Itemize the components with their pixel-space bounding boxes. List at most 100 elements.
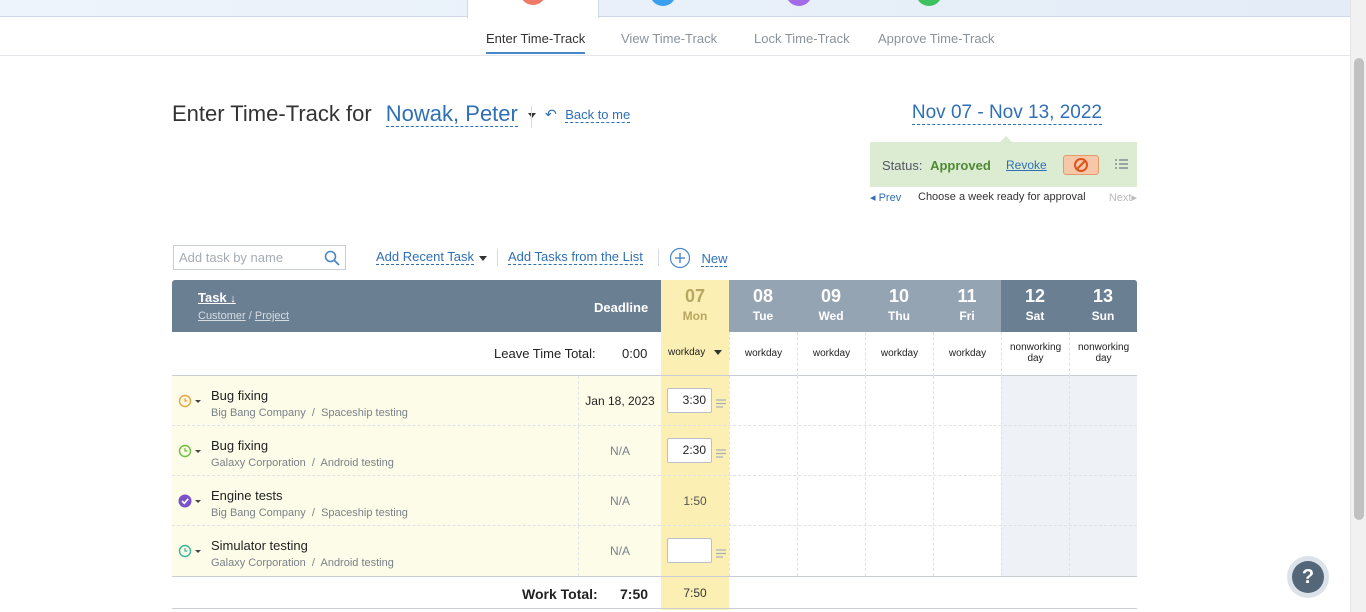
new-task-button[interactable]: New [669,247,728,269]
task-row: Simulator testing Galaxy Corporation / A… [172,526,1137,576]
next-week-link[interactable]: Next▸ [1109,191,1137,204]
grid-header: Task ↓ Customer / Project Deadline 07 Mon… [172,280,1137,332]
new-task-label: New [701,250,728,267]
task-deadline: N/A [578,426,661,476]
page-title: Enter Time-Track for Nowak, Peter [172,101,536,127]
chevron-down-icon[interactable] [714,349,723,355]
day-header-mon: 07 Mon [661,280,729,332]
add-tasks-from-list-button[interactable]: Add Tasks from the List [508,249,643,265]
back-to-me-label[interactable]: Back to me [565,107,631,123]
scrollbar-thumb[interactable] [1354,58,1364,520]
task-status-menu[interactable] [178,544,202,563]
day-type-fri: workday [933,332,1001,376]
back-to-me-link[interactable]: ↶ Back to me [531,106,631,128]
leave-time-total: 0:00 [622,346,648,361]
user-selector[interactable]: Nowak, Peter [385,101,518,127]
day-type-sat: nonworking day [1001,332,1069,376]
day-name: Wed [818,309,844,323]
day-header-fri: 11 Fri [933,280,1001,332]
search-icon[interactable] [324,250,340,266]
chevron-down-icon[interactable] [479,256,487,261]
day-type-tue: workday [729,332,797,360]
day-name: Thu [888,309,910,323]
task-sort-header[interactable]: Task ↓ [198,290,236,305]
plus-circle-icon [669,247,691,269]
path-separator: / [311,457,315,469]
active-app-tab[interactable] [467,0,599,18]
mon-total-value: 7:50 [683,586,707,600]
tab-approve-time-track[interactable]: Approve Time-Track [878,31,995,46]
task-name: Engine tests [211,488,283,503]
task-project: Spaceship testing [321,507,408,519]
task-project: Spaceship testing [321,407,408,419]
day-number: 11 [957,286,977,306]
period-selector[interactable]: Nov 07 - Nov 13, 2022 [911,102,1102,125]
history-list-button[interactable] [1115,157,1129,176]
subnav: Enter Time-Track View Time-Track Lock Ti… [0,17,1350,56]
path-separator: / [311,407,315,419]
prev-week-link[interactable]: ◂ Prev [870,191,901,204]
task-project: Android testing [320,557,394,569]
task-path: Galaxy Corporation / Android testing [211,557,394,569]
note-lines-icon [716,549,726,558]
task-deadline: N/A [578,526,661,576]
customer-project-header: Customer / Project [198,310,289,322]
day-name: Sat [1025,309,1045,323]
page-scrollbar[interactable] [1350,0,1366,612]
day-name: Tue [752,309,774,323]
status-label: Status: [882,158,923,173]
work-total-row: Work Total: 7:50 7:50 [172,576,1137,609]
task-path: Big Bang Company / Spaceship testing [211,407,408,419]
help-button[interactable]: ? [1287,556,1329,598]
status-value: Approved [930,158,991,173]
day-number: 12 [1024,286,1046,306]
task-search-input[interactable] [174,246,319,269]
note-lines-icon [716,399,726,408]
time-input-mon[interactable]: 2:30 [667,438,712,463]
chevron-left-icon: ◂ [870,192,879,204]
revoke-link[interactable]: Revoke [1006,158,1047,172]
day-type-mon[interactable]: workday [661,347,729,358]
day-type-wed: workday [797,332,865,376]
list-icon [1115,159,1128,169]
task-status-menu[interactable] [178,394,202,413]
divider [497,249,498,266]
app-icon-blue[interactable] [650,0,676,6]
reject-button[interactable] [1063,155,1099,175]
timetrack-app-icon[interactable] [520,0,546,5]
sort-down-icon: ↓ [230,293,236,305]
task-row: Bug fixing Big Bang Company / Spaceship … [172,376,1137,426]
task-status-menu[interactable] [178,444,202,463]
tab-view-time-track[interactable]: View Time-Track [621,31,717,46]
time-input-mon[interactable]: 3:30 [667,388,712,413]
customer-sort-header[interactable]: Customer [198,310,246,322]
status-panel: Status: Approved Revoke [870,136,1137,187]
status-text: Status: Approved [882,158,991,173]
day-header-sat: 12 Sat [1001,280,1069,332]
comment-button[interactable] [716,395,726,413]
task-search [173,245,346,270]
path-separator: / [311,557,315,569]
deadline-header: Deadline [594,300,649,315]
help-icon: ? [1292,561,1324,593]
task-name: Bug fixing [211,438,269,453]
comment-button[interactable] [716,445,726,463]
day-name: Fri [959,309,975,323]
day-number: 09 [820,286,842,306]
comment-button[interactable] [716,545,726,563]
tab-enter-time-track[interactable]: Enter Time-Track [486,31,586,54]
project-sort-header[interactable]: Project [255,310,289,322]
add-recent-task-button[interactable]: Add Recent Task [376,249,475,265]
divider [658,249,659,266]
task-status-menu[interactable] [178,494,202,513]
note-lines-icon [716,449,726,458]
tab-lock-time-track[interactable]: Lock Time-Track [754,31,850,46]
day-number: 13 [1092,286,1114,306]
day-type-thu: workday [865,332,933,376]
app-icon-purple[interactable] [786,0,812,6]
day-header-wed: 09 Wed [797,280,865,332]
app-icon-green[interactable] [916,0,942,6]
time-input-mon[interactable] [667,538,712,563]
task-customer: Galaxy Corporation [211,557,306,569]
block-icon [1074,158,1088,172]
